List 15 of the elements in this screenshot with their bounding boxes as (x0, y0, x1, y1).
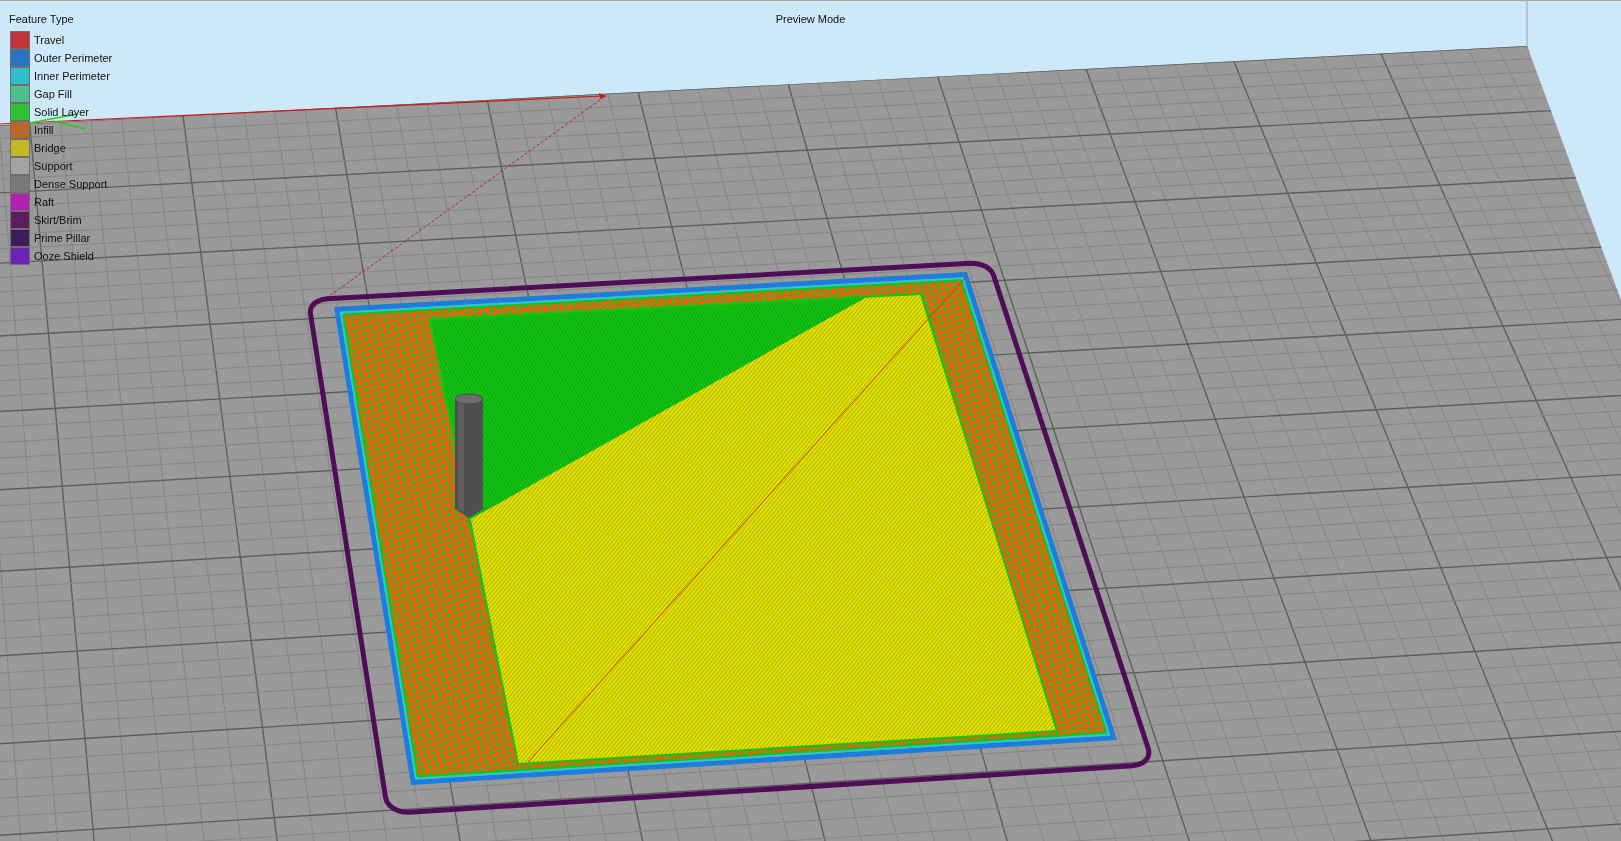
legend-label: Support (34, 159, 73, 173)
legend-label: Gap Fill (34, 87, 72, 101)
legend-label: Ooze Shield (34, 249, 94, 263)
legend-label: Solid Layer (34, 105, 90, 119)
legend-title: Feature Type (9, 12, 75, 26)
legend-label: Dense Support (34, 177, 108, 191)
viewport-title: Preview Mode (775, 12, 846, 26)
legend-label: Infill (34, 123, 54, 137)
legend-label: Raft (34, 195, 55, 209)
legend-label: Outer Perimeter (34, 51, 113, 65)
legend-label: Travel (34, 33, 65, 47)
legend-label: Inner Perimeter (34, 69, 110, 83)
legend-label: Bridge (34, 141, 66, 155)
legend-label: Prime Pillar (34, 231, 91, 245)
legend-label: Skirt/Brim (34, 213, 82, 227)
